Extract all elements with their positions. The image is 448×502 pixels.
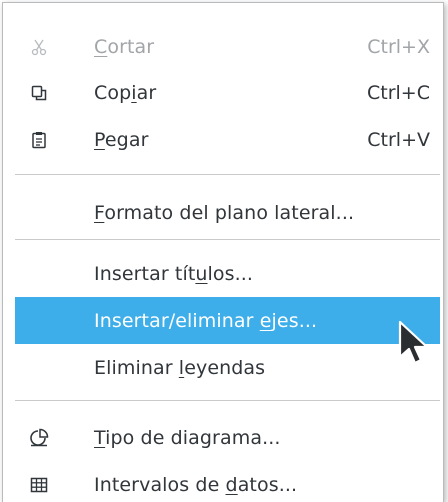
menu-item-label: Intervalos de datos... bbox=[94, 473, 298, 496]
menu-item-label: Insertar/eliminar ejes... bbox=[94, 309, 318, 332]
menu-item-delete-legends[interactable]: Eliminar leyendas bbox=[15, 344, 440, 391]
data-table-icon bbox=[29, 475, 49, 495]
menu-item-label: Insertar títulos... bbox=[94, 262, 254, 285]
menu-separator bbox=[15, 174, 440, 175]
menu-item-copy[interactable]: Copiar Ctrl+C bbox=[15, 69, 440, 116]
clipboard-icon bbox=[29, 130, 49, 150]
menu-item-label: Formato del plano lateral... bbox=[94, 201, 355, 224]
menu-item-data-ranges[interactable]: Intervalos de datos... bbox=[15, 461, 440, 502]
mouse-pointer-icon bbox=[398, 320, 429, 365]
menu-item-label: Pegar bbox=[94, 128, 149, 151]
menu-item-label: Eliminar leyendas bbox=[94, 356, 266, 379]
menu-item-label: Cortar bbox=[94, 35, 155, 58]
copy-icon bbox=[29, 83, 49, 103]
menu-item-format-side-wall[interactable]: Formato del plano lateral... bbox=[15, 189, 440, 236]
menu-item-paste[interactable]: Pegar Ctrl+V bbox=[15, 116, 440, 163]
menu-item-label: Copiar bbox=[94, 81, 157, 104]
context-menu: Cortar Ctrl+X Copiar Ctrl+C Pegar Ctrl+V bbox=[2, 2, 444, 502]
menu-separator bbox=[15, 239, 440, 240]
menu-item-cut[interactable]: Cortar Ctrl+X bbox=[15, 23, 440, 70]
menu-item-chart-type[interactable]: Tipo de diagrama... bbox=[15, 414, 440, 461]
shortcut-label: Ctrl+C bbox=[367, 81, 430, 104]
menu-item-insert-titles[interactable]: Insertar títulos... bbox=[15, 250, 440, 297]
menu-separator bbox=[15, 400, 440, 401]
menu-item-label: Tipo de diagrama... bbox=[94, 426, 281, 449]
menu-item-insert-delete-axes[interactable]: Insertar/eliminar ejes... bbox=[15, 297, 440, 344]
chart-type-icon bbox=[29, 428, 49, 448]
scissors-icon bbox=[29, 37, 49, 57]
shortcut-label: Ctrl+X bbox=[367, 35, 430, 58]
shortcut-label: Ctrl+V bbox=[367, 128, 430, 151]
